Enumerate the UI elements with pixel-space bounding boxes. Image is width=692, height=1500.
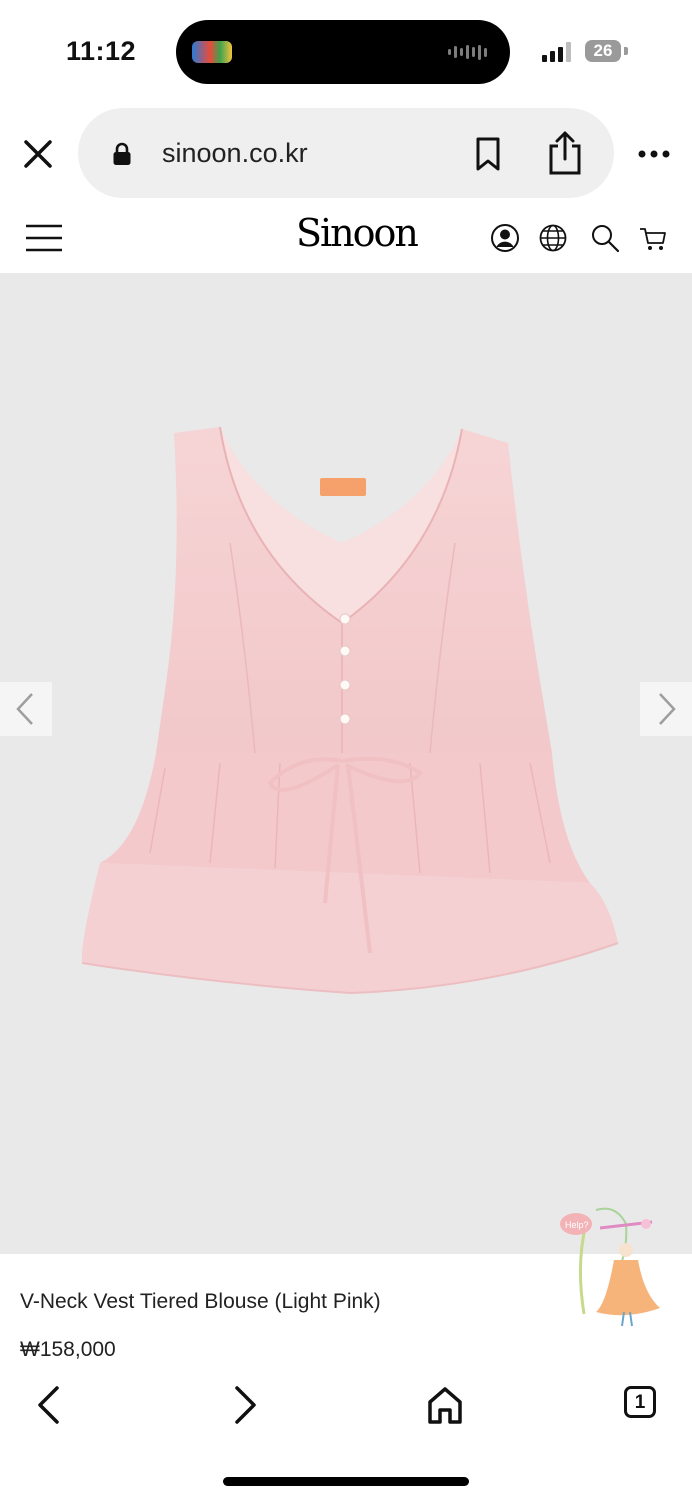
home-icon[interactable] <box>420 1380 470 1430</box>
dynamic-island[interactable] <box>176 20 510 84</box>
forward-icon[interactable] <box>220 1380 270 1430</box>
bookmark-icon[interactable] <box>474 136 502 172</box>
site-header: Sinoon <box>0 205 692 273</box>
search-icon[interactable] <box>590 223 620 253</box>
product-image-carousel[interactable] <box>0 273 692 1254</box>
back-icon[interactable] <box>24 1380 74 1430</box>
battery-indicator: 26 <box>585 40 621 62</box>
help-illustration-icon: Help? <box>560 1207 660 1327</box>
next-image-button[interactable] <box>640 682 692 736</box>
now-playing-thumbnail <box>192 41 232 63</box>
cart-icon[interactable] <box>638 223 668 253</box>
url-text[interactable]: sinoon.co.kr <box>162 138 308 169</box>
chevron-right-icon <box>659 693 676 725</box>
product-name: V-Neck Vest Tiered Blouse (Light Pink) <box>20 1290 381 1313</box>
battery-cap <box>624 47 628 55</box>
address-bar[interactable]: sinoon.co.kr <box>78 108 614 198</box>
globe-icon[interactable] <box>538 223 568 253</box>
tabs-button[interactable]: 1 <box>624 1386 656 1418</box>
account-icon[interactable] <box>490 223 520 253</box>
previous-image-button[interactable] <box>0 682 52 736</box>
product-price: ₩158,000 <box>20 1338 116 1361</box>
product-photo-blouse <box>81 426 619 995</box>
cellular-signal-icon <box>542 42 571 62</box>
help-label: Help? <box>565 1220 589 1230</box>
share-icon[interactable] <box>546 130 584 176</box>
home-indicator[interactable] <box>223 1477 469 1486</box>
menu-icon[interactable] <box>26 223 62 253</box>
close-icon[interactable] <box>18 134 58 174</box>
help-chat-widget[interactable]: Help? <box>556 1204 668 1332</box>
clock: 11:12 <box>66 36 137 66</box>
site-logo[interactable]: Sinoon <box>296 211 419 255</box>
browser-address-row: sinoon.co.kr <box>0 100 692 205</box>
chevron-left-icon <box>16 693 33 725</box>
status-bar: 11:12 26 <box>0 0 692 100</box>
audio-waveform-icon <box>448 44 488 60</box>
lock-icon <box>113 142 131 165</box>
more-icon[interactable] <box>634 140 674 168</box>
